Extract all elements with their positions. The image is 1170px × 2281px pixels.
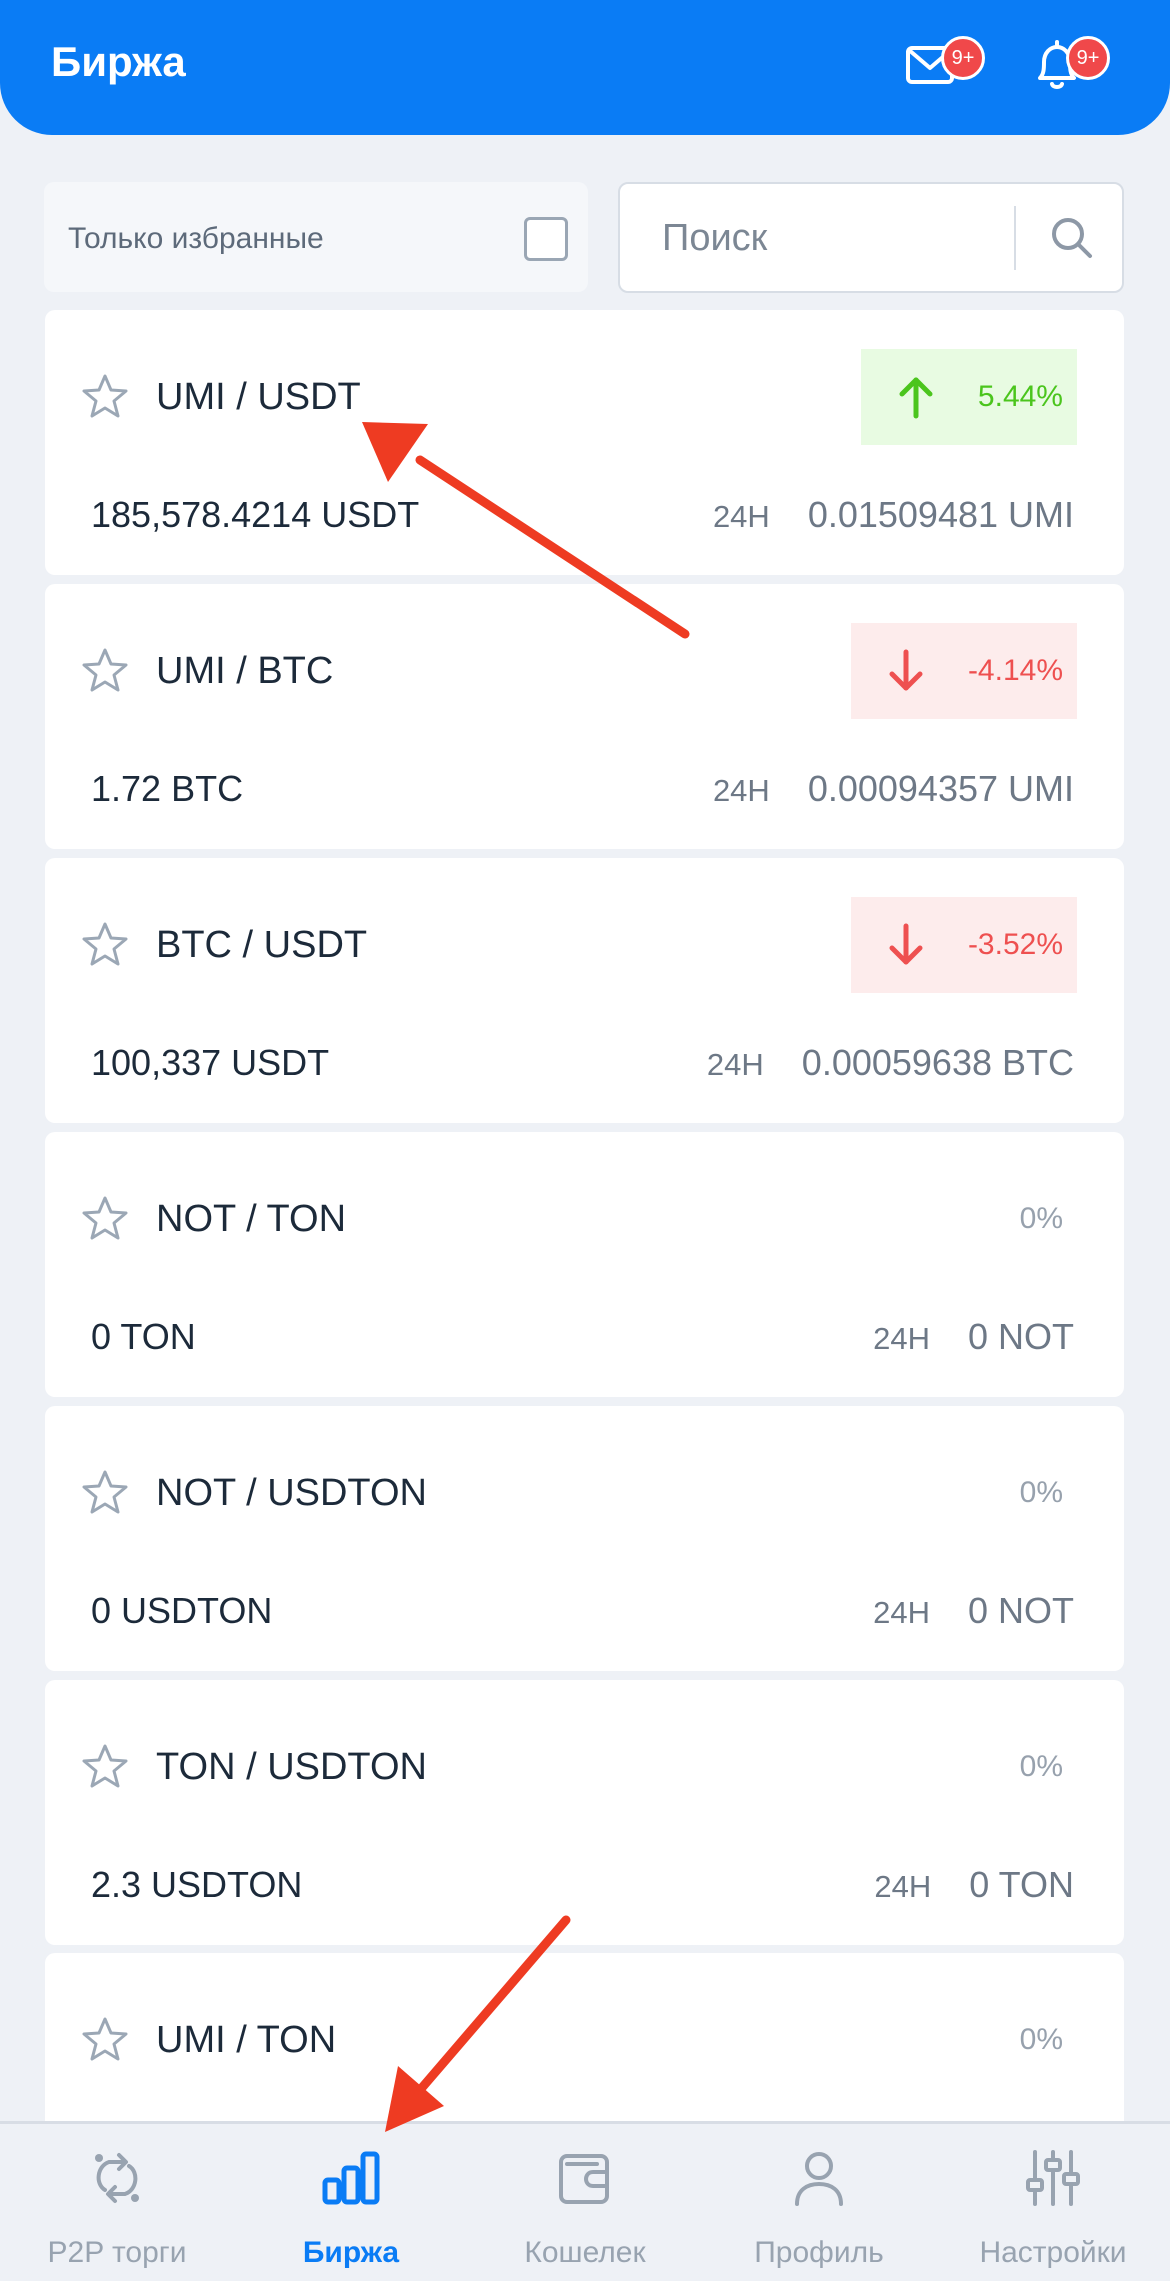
star-icon[interactable]	[80, 1742, 130, 1790]
bottom-nav: P2P торги Биржа Кошелек Профиль Настройк…	[0, 2121, 1170, 2281]
pair-name: NOT / TON	[156, 1198, 347, 1240]
change-badge: 0%	[990, 1992, 1077, 2088]
change-value: -4.14%	[967, 654, 1063, 687]
market-card[interactable]: UMI / BTC -4.14% 1.72 BTC 24H 0.00094357…	[45, 584, 1124, 849]
nav-label: Профиль	[754, 2236, 884, 2269]
page-title: Биржа	[51, 38, 186, 85]
search-box	[618, 182, 1124, 293]
price-value: 0.00094357 UMI	[807, 768, 1074, 809]
market-card[interactable]: BTC / USDT -3.52% 100,337 USDT 24H 0.000…	[45, 858, 1124, 1123]
pair-name: BTC / USDT	[156, 924, 368, 966]
pair-name: UMI / BTC	[156, 650, 334, 692]
star-icon[interactable]	[80, 372, 130, 420]
volume-value: 1.72 BTC	[91, 768, 244, 809]
market-card[interactable]: NOT / USDTON 0% 0 USDTON 24H 0 NOT	[45, 1406, 1124, 1671]
change-value: 0%	[1019, 1202, 1063, 1235]
star-icon[interactable]	[80, 646, 130, 694]
price-info: 24H 0 NOT	[873, 1590, 1074, 1632]
sliders-icon	[1026, 2150, 1080, 2206]
change-value: 0%	[1019, 1750, 1063, 1783]
price-value: 0 NOT	[967, 1316, 1074, 1357]
messages-badge: 9+	[941, 36, 985, 80]
price-info: 24H 0 NOT	[873, 1316, 1074, 1358]
wallet-icon	[559, 2154, 609, 2204]
app-header: Биржа 9+ 9+	[0, 0, 1170, 135]
pair-name: UMI / USDT	[156, 376, 361, 418]
change-badge: 5.44%	[861, 349, 1077, 445]
pair-name: UMI / TON	[156, 2019, 337, 2061]
arrow-up-icon	[899, 377, 933, 419]
volume-value: 100,337 USDT	[91, 1042, 330, 1083]
notifications-button[interactable]: 9+	[1030, 36, 1110, 98]
messages-button[interactable]: 9+	[905, 36, 985, 98]
price-info: 24H 0.01509481 UMI	[713, 494, 1074, 536]
nav-label: Кошелек	[524, 2236, 646, 2269]
nav-item-settings[interactable]: Настройки	[936, 2124, 1170, 2281]
arrow-down-icon	[889, 923, 923, 965]
star-icon[interactable]	[80, 1468, 130, 1516]
period-label: 24H	[873, 1595, 930, 1630]
change-badge: -4.14%	[851, 623, 1077, 719]
favorites-filter[interactable]: Только избранные	[44, 182, 588, 292]
p2p-exchange-icon	[95, 2153, 139, 2203]
change-value: 0%	[1019, 2023, 1063, 2056]
market-card[interactable]: TON / USDTON 0% 2.3 USDTON 24H 0 TON	[45, 1680, 1124, 1945]
user-icon	[795, 2152, 843, 2206]
nav-label: P2P торги	[47, 2236, 187, 2269]
nav-item-profile[interactable]: Профиль	[702, 2124, 936, 2281]
price-value: 0.00059638 BTC	[801, 1042, 1074, 1083]
exchange-screen: Биржа 9+ 9+ Только избранные Поиск UMI /…	[0, 0, 1170, 2281]
period-label: 24H	[874, 1869, 932, 1904]
bar-chart-icon	[322, 2151, 380, 2205]
favorites-label: Только избранные	[68, 222, 324, 255]
volume-value: 0 USDTON	[91, 1590, 273, 1631]
favorites-checkbox[interactable]	[524, 217, 568, 261]
pair-name: TON / USDTON	[156, 1746, 427, 1788]
nav-item-exchange[interactable]: Биржа	[234, 2124, 468, 2281]
nav-label: Настройки	[979, 2236, 1127, 2269]
period-label: 24H	[712, 499, 770, 534]
volume-value: 185,578.4214 USDT	[91, 494, 420, 535]
nav-label: Биржа	[302, 2236, 400, 2269]
star-icon[interactable]	[80, 2015, 130, 2063]
search-input[interactable]	[662, 214, 1002, 262]
period-label: 24H	[873, 1321, 930, 1356]
change-value: 5.44%	[977, 380, 1063, 413]
nav-item-wallet[interactable]: Кошелек	[468, 2124, 702, 2281]
change-badge: -3.52%	[851, 897, 1077, 993]
change-value: -3.52%	[967, 928, 1063, 961]
pair-name: NOT / USDTON	[156, 1472, 427, 1514]
search-divider	[1014, 206, 1016, 270]
notifications-badge: 9+	[1066, 36, 1110, 80]
change-value: 0%	[1019, 1476, 1063, 1509]
market-card[interactable]: UMI / USDT 5.44% 185,578.4214 USDT 24H 0…	[45, 310, 1124, 575]
star-icon[interactable]	[80, 1194, 130, 1242]
price-info: 24H 0 TON	[874, 1864, 1074, 1906]
price-info: 24H 0.00059638 BTC	[707, 1042, 1074, 1084]
market-card[interactable]: NOT / TON 0% 0 TON 24H 0 NOT	[45, 1132, 1124, 1397]
change-badge: 0%	[990, 1171, 1077, 1267]
volume-value: 2.3 USDTON	[91, 1864, 303, 1905]
arrow-down-icon	[889, 649, 923, 691]
price-value: 0 NOT	[967, 1590, 1074, 1631]
change-badge: 0%	[990, 1719, 1077, 1815]
nav-item-p2p[interactable]: P2P торги	[0, 2124, 234, 2281]
period-label: 24H	[712, 773, 770, 808]
period-label: 24H	[706, 1047, 764, 1082]
volume-value: 0 TON	[91, 1316, 196, 1357]
search-icon[interactable]	[1044, 210, 1100, 266]
price-info: 24H 0.00094357 UMI	[713, 768, 1074, 810]
price-value: 0 TON	[969, 1864, 1074, 1905]
change-badge: 0%	[990, 1445, 1077, 1541]
price-value: 0.01509481 UMI	[807, 494, 1074, 535]
star-icon[interactable]	[80, 920, 130, 968]
